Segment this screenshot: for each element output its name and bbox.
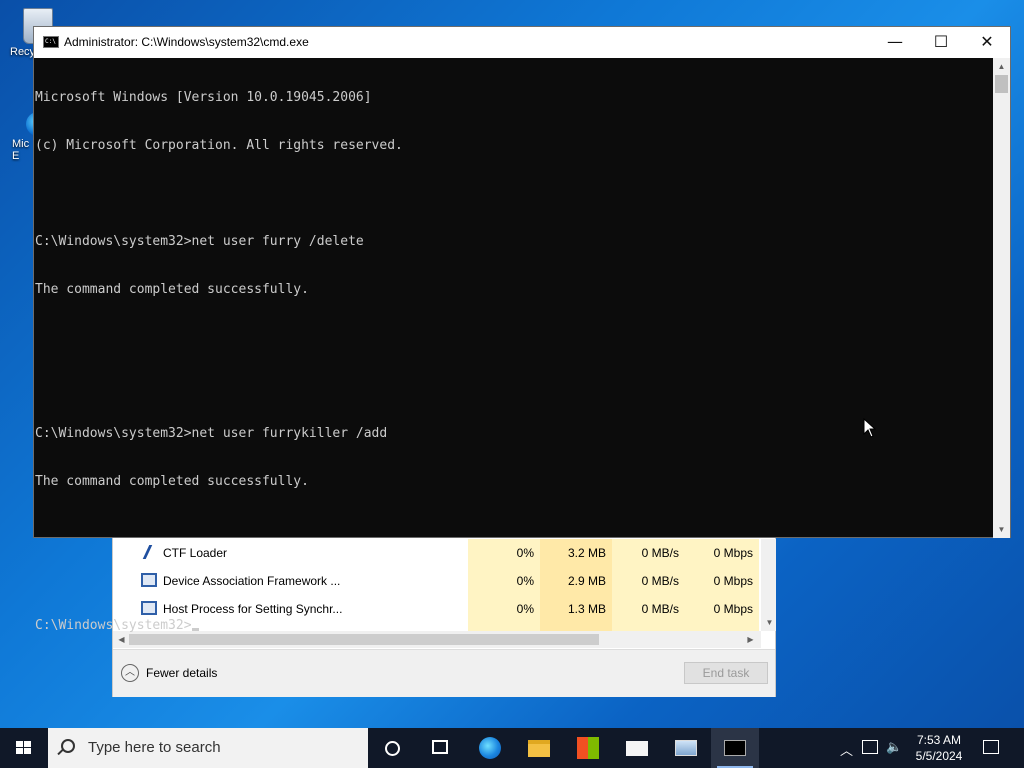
search-icon [61, 739, 75, 753]
minimize-button[interactable]: — [872, 27, 918, 58]
search-box[interactable]: Type here to search [48, 728, 368, 768]
edge-icon [479, 737, 501, 759]
task-view-icon [432, 740, 448, 754]
file-explorer-icon [528, 740, 550, 757]
mail-button[interactable] [613, 728, 661, 768]
console-prompt-line[interactable]: C:\Windows\system32> [35, 618, 993, 634]
console-line: C:\Windows\system32>net user furry /dele… [35, 234, 364, 249]
task-view-button[interactable] [416, 728, 464, 768]
cmd-icon [724, 740, 746, 756]
network-icon[interactable] [862, 740, 878, 754]
clock-time: 7:53 AM [916, 733, 962, 747]
console-prompt: C:\Windows\system32> [35, 618, 192, 633]
network-computer-button[interactable] [662, 728, 710, 768]
console-line: C:\Windows\system32>net user furrykiller… [35, 426, 388, 441]
clock-date: 5/5/2024 [915, 749, 963, 763]
notification-center-icon[interactable] [983, 740, 999, 754]
console-vertical-scrollbar[interactable]: ▲ ▼ [993, 58, 1010, 538]
cmd-taskbar-button[interactable] [711, 728, 759, 768]
cortana-icon [385, 741, 400, 756]
taskbar: Type here to search ︿ 🔈 7:53 AM 5/5/2024 [0, 728, 1024, 768]
chevron-up-icon[interactable]: ▲ [993, 58, 1010, 75]
mouse-pointer-icon [863, 418, 877, 438]
search-placeholder: Type here to search [88, 739, 221, 756]
chevron-up-icon[interactable]: ︿ [121, 664, 139, 682]
console-line: The command completed successfully. [35, 474, 309, 489]
title-bar[interactable]: C:\ Administrator: C:\Windows\system32\c… [34, 27, 1010, 58]
console-output[interactable]: Microsoft Windows [Version 10.0.19045.20… [35, 58, 993, 633]
chevron-down-icon[interactable]: ▼ [993, 521, 1010, 538]
text-cursor [191, 628, 199, 631]
file-explorer-button[interactable] [515, 728, 563, 768]
scrollbar-thumb[interactable] [995, 75, 1008, 93]
console-line: Microsoft Windows [Version 10.0.19045.20… [35, 90, 372, 105]
start-button[interactable] [0, 728, 48, 768]
mail-icon [626, 741, 648, 756]
console-line: (c) Microsoft Corporation. All rights re… [35, 138, 403, 153]
console-line: The command completed successfully. [35, 282, 309, 297]
window-title: Administrator: C:\Windows\system32\cmd.e… [64, 35, 309, 49]
store-button[interactable] [564, 728, 612, 768]
store-icon [577, 737, 599, 759]
show-hidden-icons-button[interactable]: ︿ [840, 740, 853, 759]
cortana-button[interactable] [368, 728, 416, 768]
windows-logo-icon [16, 741, 32, 755]
close-button[interactable]: ✕ [964, 27, 1010, 58]
clock[interactable]: 7:53 AM 5/5/2024 [904, 732, 974, 764]
cmd-window[interactable]: C:\ Administrator: C:\Windows\system32\c… [33, 26, 1011, 633]
fewer-details-button[interactable]: Fewer details [146, 666, 217, 680]
network-computer-icon [675, 740, 697, 756]
edge-taskbar-button[interactable] [466, 728, 514, 768]
maximize-button[interactable]: ☐ [918, 27, 964, 58]
volume-muted-icon[interactable]: 🔈 [886, 739, 902, 755]
cmd-icon: C:\ [43, 36, 59, 48]
